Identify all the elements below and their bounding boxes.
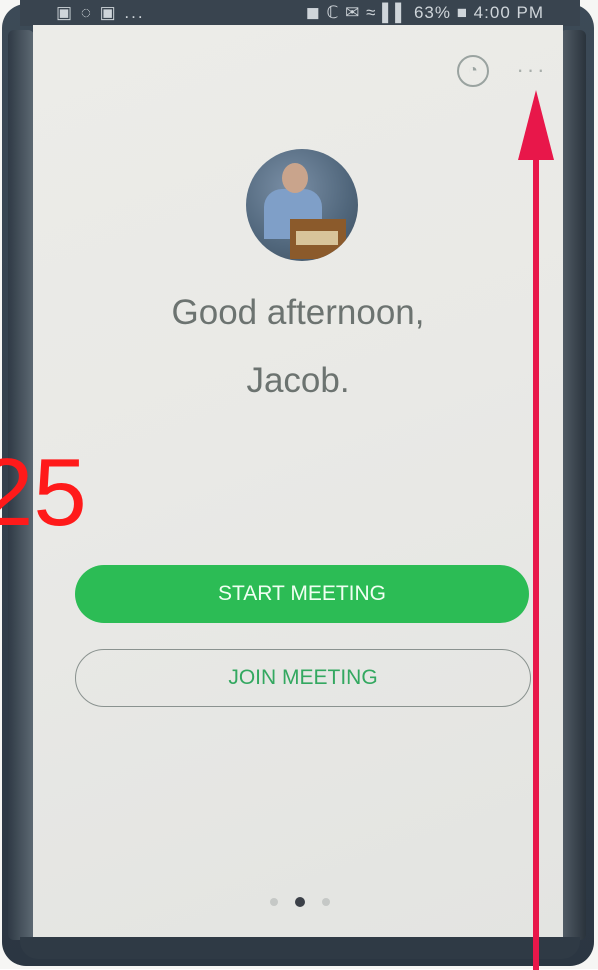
annotation-number: 25 (0, 439, 87, 546)
page-dot-3 (322, 898, 330, 906)
avatar-podium-sign (296, 231, 338, 245)
phone-bottom-bezel (20, 937, 580, 959)
app-screen: ◔ ··· Good afternoon, Jacob. START MEETI… (33, 25, 563, 940)
page-dot-1 (270, 898, 278, 906)
phone-right-bezel (560, 30, 586, 940)
status-bar: ▣ ◌ ▣ ... ◼ ℂ ✉ ≈ ▌▌ 63% ■ 4:00 PM (20, 0, 580, 26)
status-left-icons: ▣ ◌ ▣ ... (56, 3, 145, 22)
clock-icon[interactable]: ◔ (457, 55, 489, 87)
page-dot-2-active (295, 897, 305, 907)
start-meeting-button[interactable]: START MEETING (75, 565, 529, 623)
avatar-person-head (282, 163, 308, 193)
photo-frame: ▣ ◌ ▣ ... ◼ ℂ ✉ ≈ ▌▌ 63% ■ 4:00 PM ◔ ···… (0, 0, 598, 970)
more-icon[interactable]: ··· (517, 55, 547, 85)
status-right-info: ◼ ℂ ✉ ≈ ▌▌ 63% ■ 4:00 PM (305, 3, 544, 22)
greeting-line-2: Jacob. (246, 361, 350, 400)
page-indicator (270, 896, 330, 908)
annotation-arrow-shaft (533, 150, 539, 970)
join-meeting-button[interactable]: JOIN MEETING (75, 649, 531, 707)
annotation-arrow-head (518, 90, 554, 160)
avatar[interactable] (246, 149, 358, 261)
greeting-line-1: Good afternoon, (171, 293, 425, 332)
